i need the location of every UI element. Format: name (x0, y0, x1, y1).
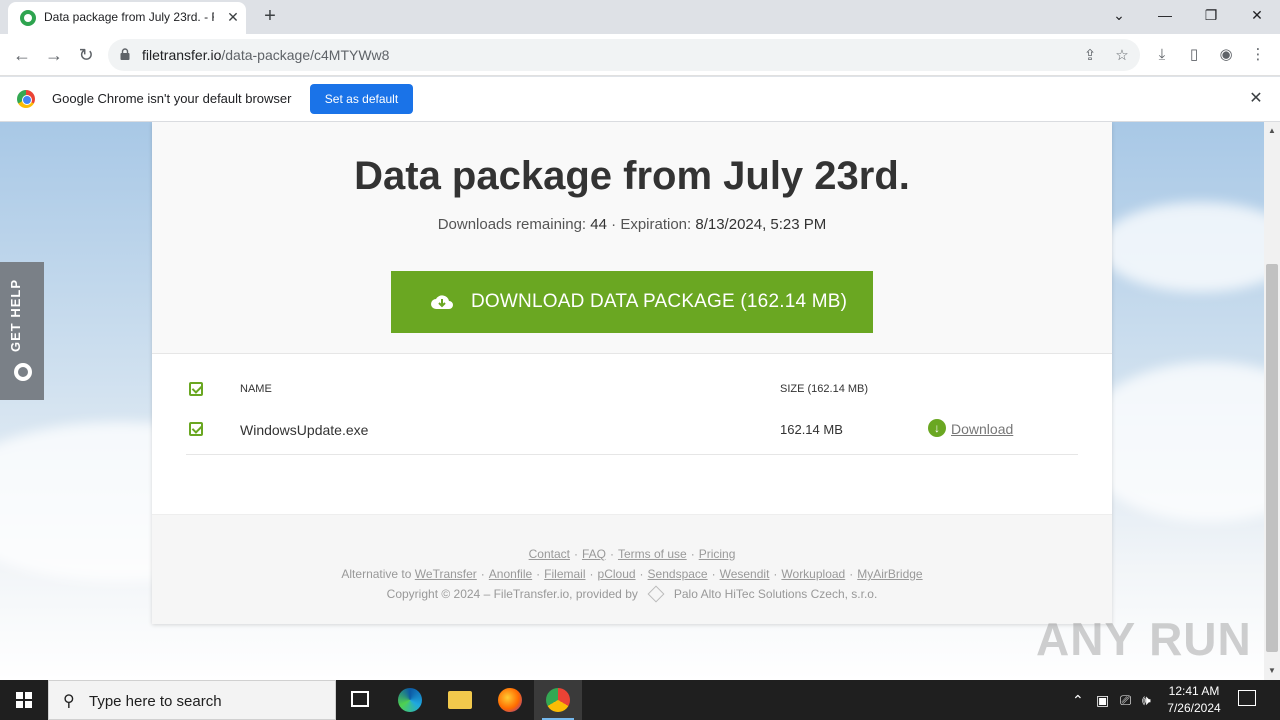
divider (186, 454, 1078, 455)
task-view-button[interactable] (336, 680, 384, 720)
tab-strip: Data package from July 23rd. - FileTrans… (0, 0, 1280, 34)
alt-link[interactable]: WeTransfer (415, 567, 477, 581)
file-name: WindowsUpdate.exe (240, 422, 369, 438)
page-footer: Contact · FAQ · Terms of use · Pricing Alterna… (152, 514, 1112, 624)
alt-link[interactable]: Workupload (781, 567, 845, 581)
start-button[interactable] (0, 680, 48, 720)
taskbar-edge[interactable] (386, 680, 434, 720)
default-browser-infobar: Google Chrome isn't your default browser… (0, 77, 1280, 122)
browser-tab[interactable]: Data package from July 23rd. - FileTrans… (8, 2, 246, 34)
footer-link-contact[interactable]: Contact (529, 547, 570, 561)
lock-icon (120, 48, 130, 60)
footer-alternatives: Alternative to WeTransfer · Anonfile · Filem… (341, 567, 923, 581)
alt-link[interactable]: Anonfile (489, 567, 532, 581)
address-bar[interactable]: filetransfer.io/data-package/c4MTYWw8 ⇪ … (108, 39, 1140, 71)
forward-button[interactable]: → (41, 42, 67, 68)
file-table: NAME SIZE (162.14 MB) WindowsUpdate.exe … (186, 370, 1078, 455)
alt-link[interactable]: pCloud (598, 567, 636, 581)
size-column-header: SIZE (162.14 MB) (780, 383, 869, 395)
url-text: filetransfer.io/data-package/c4MTYWw8 (142, 47, 390, 63)
reload-button[interactable]: ↻ (73, 42, 99, 68)
footer-link-pricing[interactable]: Pricing (699, 547, 736, 561)
anyrun-watermark: ANY RUN (1036, 613, 1252, 665)
browser-toolbar: ← → ↻ filetransfer.io/data-package/c4MTY… (0, 34, 1280, 76)
footer-copyright: Copyright © 2024 – FileTransfer.io, prov… (386, 585, 878, 603)
alt-link[interactable]: Sendspace (648, 567, 708, 581)
download-arrow-icon: ↓ (928, 419, 946, 437)
search-placeholder: Type here to search (89, 693, 222, 710)
package-meta: Downloads remaining: 44 · Expiration: 8/… (437, 216, 827, 233)
page-title: Data package from July 23rd. (354, 154, 910, 198)
window-close-button[interactable]: ✕ (1234, 4, 1280, 28)
alt-link[interactable]: Wesendit (720, 567, 770, 581)
file-size: 162.14 MB (780, 422, 843, 437)
clock-time: 12:41 AM (1168, 684, 1220, 698)
file-table-header: NAME SIZE (162.14 MB) (186, 370, 1078, 410)
chrome-logo-icon (17, 90, 35, 108)
name-column-header: NAME (240, 383, 272, 395)
tray-device-icon[interactable]: ▣ (1096, 692, 1109, 709)
file-checkbox[interactable] (189, 422, 203, 436)
get-help-tab[interactable]: GET HELP (0, 262, 44, 400)
bookmark-star-icon[interactable]: ☆ (1112, 46, 1132, 66)
footer-link-terms[interactable]: Terms of use (618, 547, 687, 561)
expiration-date: 8/13/2024, 5:23 PM (695, 216, 827, 233)
scrollbar-thumb[interactable] (1266, 264, 1278, 652)
network-icon[interactable]: ⎚ (1120, 692, 1131, 709)
footer-links: Contact · FAQ · Terms of use · Pricing (528, 547, 736, 561)
share-icon[interactable]: ⇪ (1080, 46, 1100, 66)
profile-icon[interactable]: ◉ (1214, 44, 1238, 68)
firefox-icon (498, 688, 522, 712)
volume-icon[interactable]: 🕪 (1142, 692, 1151, 709)
cloud-download-icon (431, 295, 453, 309)
lifebuoy-icon (14, 363, 32, 381)
search-icon: ⚲ (63, 693, 75, 710)
provider-logo-icon (647, 585, 665, 603)
menu-kebab-icon[interactable]: ⋮ (1246, 44, 1270, 68)
task-view-icon (351, 691, 369, 707)
table-row: WindowsUpdate.exe 162.14 MB ↓ Download (186, 410, 1078, 450)
tab-search-icon[interactable]: ⌄ (1096, 4, 1142, 28)
taskbar-clock[interactable]: 12:41 AM 7/26/2024 (1160, 683, 1228, 717)
taskbar-search[interactable]: ⚲ Type here to search (48, 680, 336, 720)
set-default-button[interactable]: Set as default (310, 84, 413, 114)
downloads-remaining: 44 (590, 216, 607, 233)
taskbar-file-explorer[interactable] (436, 680, 484, 720)
scroll-down-icon[interactable]: ▼ (1267, 666, 1277, 676)
alt-link[interactable]: MyAirBridge (857, 567, 922, 581)
restore-button[interactable]: ❐ (1188, 4, 1234, 28)
new-tab-button[interactable]: + (258, 5, 282, 29)
tray-chevron-icon[interactable]: ⌃ (1072, 692, 1084, 709)
download-package-button[interactable]: DOWNLOAD DATA PACKAGE (162.14 MB) (391, 271, 873, 333)
windows-taskbar: ⚲ Type here to search ⌃ ▣ ⎚ 🕪 12:41 AM 7… (0, 680, 1280, 720)
alt-link[interactable]: Filemail (544, 567, 585, 581)
clock-date: 7/26/2024 (1167, 701, 1221, 715)
scroll-up-icon[interactable]: ▲ (1267, 126, 1277, 136)
page-scrollbar[interactable]: ▲ ▼ (1264, 122, 1280, 680)
select-all-checkbox[interactable] (189, 382, 203, 396)
notification-icon[interactable] (1238, 690, 1256, 706)
download-package-label: DOWNLOAD DATA PACKAGE (162.14 MB) (471, 291, 848, 312)
footer-link-faq[interactable]: FAQ (582, 547, 606, 561)
back-button[interactable]: ← (9, 42, 35, 68)
edge-icon (398, 688, 422, 712)
windows-logo-icon (16, 692, 32, 708)
infobar-close-icon[interactable]: ✕ (1246, 89, 1266, 109)
side-panel-icon[interactable]: ▯ (1182, 44, 1206, 68)
site-favicon-icon (20, 10, 36, 26)
taskbar-chrome[interactable] (534, 680, 582, 720)
folder-icon (448, 691, 472, 709)
infobar-message: Google Chrome isn't your default browser (52, 91, 292, 106)
tab-close-icon[interactable]: ✕ (224, 8, 242, 26)
minimize-button[interactable]: — (1142, 4, 1188, 28)
package-card: Data package from July 23rd. Downloads r… (152, 122, 1112, 624)
cloud-decoration (1100, 202, 1264, 292)
chrome-icon (546, 688, 570, 712)
package-header: Data package from July 23rd. Downloads r… (152, 122, 1112, 354)
page-viewport: Data package from July 23rd. Downloads r… (0, 122, 1264, 680)
taskbar-firefox[interactable] (486, 680, 534, 720)
downloads-icon[interactable]: ⤓ (1150, 44, 1174, 68)
tab-title: Data package from July 23rd. - FileTrans… (44, 10, 214, 24)
